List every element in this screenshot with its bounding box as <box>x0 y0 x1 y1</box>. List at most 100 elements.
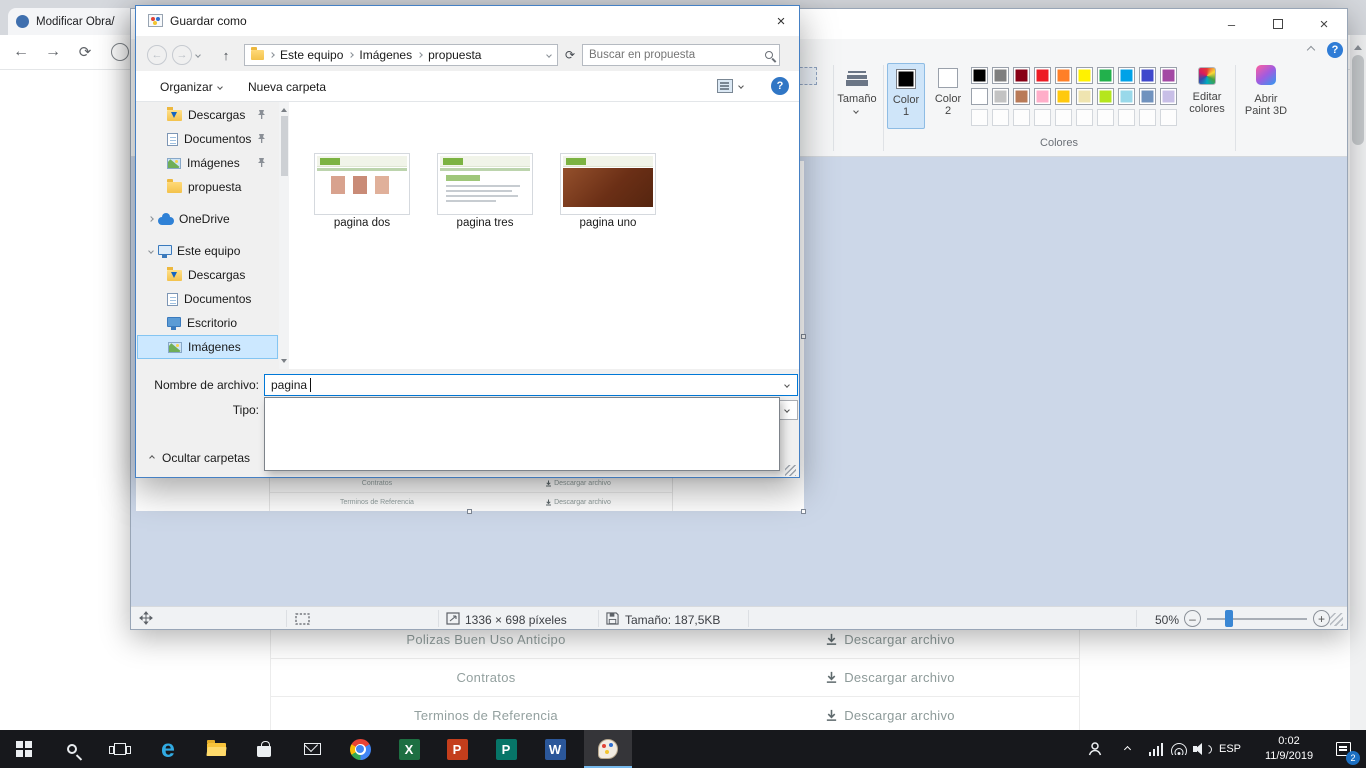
palette-swatch[interactable] <box>1139 88 1156 105</box>
word-button[interactable]: W <box>531 730 579 768</box>
canvas-resize-handle[interactable] <box>801 334 806 339</box>
palette-swatch[interactable] <box>1097 88 1114 105</box>
page-info-icon[interactable] <box>111 43 129 61</box>
network-button[interactable] <box>1144 730 1168 768</box>
palette-swatch[interactable] <box>1076 88 1093 105</box>
publisher-button[interactable]: P <box>482 730 530 768</box>
breadcrumb-chevron-icon[interactable] <box>269 52 275 58</box>
breadcrumb-folder[interactable]: Imágenes <box>359 48 412 62</box>
search-input[interactable] <box>589 49 761 61</box>
file-item-pagina-tres[interactable]: pagina tres <box>430 153 540 229</box>
dialog-resize-grip[interactable] <box>785 465 796 476</box>
palette-swatch[interactable] <box>1139 67 1156 84</box>
task-view-button[interactable] <box>96 730 144 768</box>
nav-up-button[interactable]: ↑ <box>214 45 238 65</box>
sidebar-item-imagenes-selected[interactable]: Imágenes <box>137 335 278 359</box>
filetype-dropdown-list[interactable] <box>264 397 780 471</box>
edit-colors-button[interactable]: Editar colores <box>1183 63 1231 129</box>
scroll-up-icon[interactable] <box>281 105 287 112</box>
sidebar-item-onedrive[interactable]: OneDrive <box>137 207 278 231</box>
palette-swatch[interactable] <box>1013 67 1030 84</box>
help-button[interactable]: ? <box>771 77 789 95</box>
sidebar-item-este-equipo[interactable]: Este equipo <box>137 239 278 263</box>
sidebar-item-documentos-quick[interactable]: Documentos <box>137 127 278 151</box>
language-indicator[interactable]: ESP <box>1214 730 1246 768</box>
sidebar-item-descargas-quick[interactable]: Descargas <box>137 103 278 127</box>
palette-swatch[interactable] <box>1055 67 1072 84</box>
filename-combobox[interactable]: pagina <box>264 374 798 396</box>
download-link[interactable]: Descargar archivo <box>701 670 1079 685</box>
zoom-in-button[interactable]: + <box>1313 610 1330 627</box>
start-button[interactable] <box>0 730 48 768</box>
palette-empty-slot[interactable] <box>1160 109 1177 126</box>
scrollbar-up-icon[interactable] <box>1354 41 1362 50</box>
paint-help-button[interactable]: ? <box>1327 42 1343 58</box>
palette-swatch[interactable] <box>1076 67 1093 84</box>
palette-empty-slot[interactable] <box>1139 109 1156 126</box>
palette-swatch[interactable] <box>1118 67 1135 84</box>
scrollbar-thumb[interactable] <box>281 116 288 176</box>
palette-swatch[interactable] <box>1013 88 1030 105</box>
palette-swatch[interactable] <box>1118 88 1135 105</box>
palette-empty-slot[interactable] <box>992 109 1009 126</box>
zoom-slider-track[interactable] <box>1207 618 1307 620</box>
file-explorer-button[interactable] <box>192 730 240 768</box>
volume-button[interactable] <box>1190 730 1212 768</box>
hide-folders-button[interactable]: Ocultar carpetas <box>150 450 250 466</box>
nav-forward-button[interactable]: → <box>172 45 192 65</box>
download-link[interactable]: Descargar archivo <box>701 708 1079 723</box>
maximize-button[interactable] <box>1255 9 1300 39</box>
chrome-button[interactable] <box>336 730 384 768</box>
organize-button[interactable]: Organizar <box>160 78 222 96</box>
sidebar-item-descargas[interactable]: Descargas <box>137 263 278 287</box>
sidebar-scrollbar[interactable] <box>279 102 289 369</box>
filename-dropdown-icon[interactable] <box>784 382 790 388</box>
wifi-button[interactable] <box>1168 730 1190 768</box>
expand-chevron-icon[interactable] <box>148 216 154 222</box>
browser-refresh-button[interactable]: ⟳ <box>72 39 98 65</box>
sidebar-item-propuesta[interactable]: propuesta <box>137 175 278 199</box>
people-button[interactable] <box>1078 730 1112 768</box>
palette-empty-slot[interactable] <box>1055 109 1072 126</box>
collapse-ribbon-button[interactable] <box>1299 39 1323 61</box>
breadcrumb-chevron-icon[interactable] <box>349 52 355 58</box>
palette-swatch[interactable] <box>1034 88 1051 105</box>
breadcrumb-folder-current[interactable]: propuesta <box>428 48 481 62</box>
minimize-button[interactable]: – <box>1209 9 1254 39</box>
sidebar-item-escritorio[interactable]: Escritorio <box>137 311 278 335</box>
palette-swatch[interactable] <box>1160 67 1177 84</box>
file-item-pagina-uno[interactable]: pagina uno <box>553 153 663 229</box>
palette-swatch[interactable] <box>992 88 1009 105</box>
palette-swatch[interactable] <box>1034 67 1051 84</box>
palette-swatch[interactable] <box>992 67 1009 84</box>
palette-empty-slot[interactable] <box>1076 109 1093 126</box>
download-link[interactable]: Descargar archivo <box>701 632 1079 647</box>
page-scrollbar[interactable] <box>1350 35 1366 730</box>
window-resize-grip[interactable] <box>1330 613 1343 626</box>
views-button[interactable] <box>717 79 733 93</box>
scrollbar-thumb[interactable] <box>1352 55 1364 145</box>
address-bar[interactable]: Este equipo Imágenes propuesta <box>244 44 558 66</box>
palette-swatch[interactable] <box>971 67 988 84</box>
size-button[interactable]: Tamaño <box>835 63 879 129</box>
browser-forward-button[interactable]: → <box>40 39 66 65</box>
store-button[interactable] <box>240 730 288 768</box>
search-box[interactable] <box>582 44 780 66</box>
filetype-dropdown-icon[interactable] <box>784 407 790 413</box>
palette-swatch[interactable] <box>1055 88 1072 105</box>
palette-swatch[interactable] <box>971 88 988 105</box>
zoom-slider-thumb[interactable] <box>1225 610 1233 627</box>
address-dropdown-icon[interactable] <box>546 52 552 58</box>
clock[interactable]: 0:02 11/9/2019 <box>1250 730 1328 768</box>
nav-back-button[interactable]: ← <box>147 45 167 65</box>
search-icon[interactable] <box>765 51 773 59</box>
scroll-down-icon[interactable] <box>281 359 287 366</box>
close-button[interactable]: × <box>1301 9 1347 39</box>
breadcrumb-chevron-icon[interactable] <box>417 52 423 58</box>
mail-button[interactable] <box>288 730 336 768</box>
new-folder-button[interactable]: Nueva carpeta <box>248 78 326 96</box>
breadcrumb-root[interactable]: Este equipo <box>280 48 343 62</box>
palette-empty-slot[interactable] <box>971 109 988 126</box>
show-hidden-icons-button[interactable] <box>1114 730 1140 768</box>
palette-empty-slot[interactable] <box>1013 109 1030 126</box>
